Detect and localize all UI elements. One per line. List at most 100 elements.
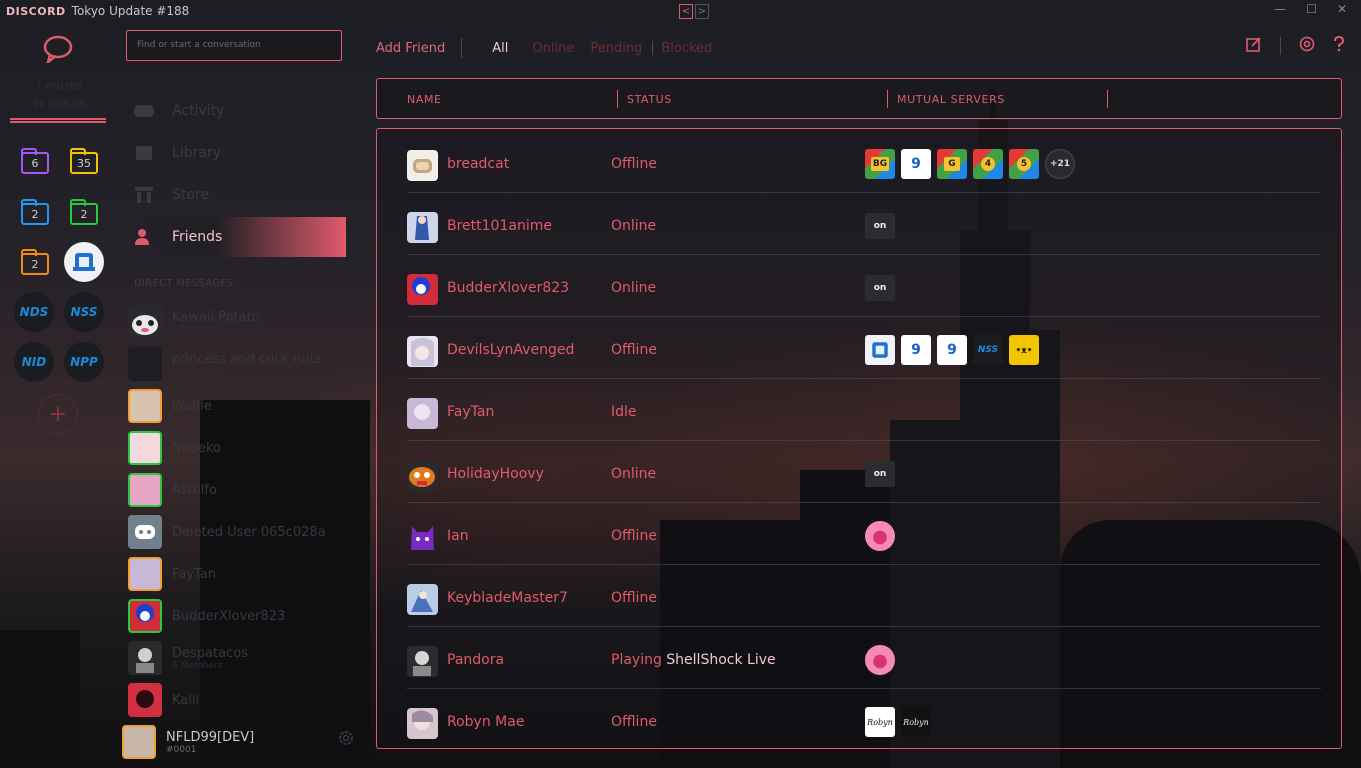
avatar [128,347,162,381]
gear-icon[interactable] [338,730,354,746]
folder-count: 2 [31,207,39,221]
toolbar-divider [1280,37,1281,55]
column-status[interactable]: STATUS [627,93,672,106]
nav-label: Store [172,187,210,203]
server-icon[interactable]: G [937,149,967,179]
tab-online[interactable]: Online [532,41,574,56]
nav-friends[interactable]: Friends [128,217,346,257]
column-name[interactable]: NAME [407,93,442,106]
dm-header: DIRECT MESSAGES [134,278,234,289]
dm-name: Despatacos [172,645,248,661]
friend-row[interactable]: BudderXlover823 Online on [407,255,1321,317]
new-group-dm-icon[interactable] [1246,36,1262,56]
server-icon[interactable]: 4 [973,149,1003,179]
avatar [128,599,162,633]
tab-blocked[interactable]: Blocked [661,41,712,56]
column-divider [617,90,618,108]
guild-folder-purple[interactable]: 6 [21,148,49,174]
mentions-icon[interactable] [1299,36,1315,56]
mutual-servers: BG 9 G 4 5 +21 [865,149,1075,179]
server-icon[interactable]: BG [865,149,895,179]
dm-item[interactable]: Nadeko [128,430,348,466]
friend-name: Brett101anime [447,218,552,234]
back-button[interactable]: < [679,4,693,19]
tab-pending[interactable]: Pending [590,41,642,56]
friend-row[interactable]: Brett101anime Online on [407,193,1321,255]
tab-divider [461,38,463,58]
guild-icon-nds[interactable]: NDS [14,292,54,332]
friend-row[interactable]: breadcat Offline BG 9 G 4 5 +21 [407,131,1321,193]
friend-avatar [407,274,438,305]
server-icon[interactable]: on [865,213,895,239]
friend-row[interactable]: HolidayHoovy Online on [407,441,1321,503]
add-friend-button[interactable]: Add Friend [376,41,445,56]
tab-divider [652,41,654,55]
server-icon[interactable]: on [865,275,895,301]
nav-library[interactable]: Library [128,133,346,173]
user-name: NFLD99[DEV] [166,729,255,745]
server-label: Robyn [867,717,893,727]
help-icon[interactable] [1333,35,1345,56]
nav-store[interactable]: Store [128,175,346,215]
friend-status: Idle [611,404,637,420]
server-icon[interactable]: Robyn [901,707,931,737]
chat-bubble-icon[interactable] [42,35,74,66]
server-icon[interactable]: NSS [973,335,1003,365]
server-icon[interactable]: on [865,461,895,487]
friend-name: FayTan [447,404,495,420]
friend-row[interactable]: Ian Offline pink [407,503,1321,565]
server-label: 4 [980,157,996,171]
guild-folder-blue[interactable]: 2 [21,199,49,225]
dm-item[interactable]: princess and cuck nuts 4 Members [128,346,348,382]
forward-button[interactable]: > [695,4,709,19]
mutual-servers: pink [865,521,895,551]
dm-item[interactable]: Wolfie [128,388,348,424]
tab-all[interactable]: All [492,41,508,56]
user-avatar[interactable] [122,725,156,759]
more-servers-badge[interactable]: +21 [1045,149,1075,179]
friend-row[interactable]: Pandora Playing ShellShock Live pink [407,627,1321,689]
guild-icon-nid[interactable]: NID [14,342,54,382]
friend-name: KeybladeMaster7 [447,590,568,606]
title-bar: DISCORD Tokyo Update #188 < > — ☐ ✕ [0,0,1361,22]
dm-sub: 6 Members [172,660,223,671]
dm-item[interactable]: Deleted User 065c028a [128,514,348,550]
server-icon[interactable]: 9 [937,335,967,365]
friend-row[interactable]: KeybladeMaster7 Offline [407,565,1321,627]
server-icon-cube[interactable]: N [865,335,895,365]
server-icon[interactable]: 9 [901,335,931,365]
minimize-button[interactable]: — [1274,2,1286,16]
friend-status: Playing ShellShock Live [611,652,776,668]
friend-row[interactable]: FayTan Idle [407,379,1321,441]
server-icon-pink[interactable]: pink [865,645,895,675]
avatar [128,431,162,465]
search-input[interactable]: Find or start a conversation [126,30,342,61]
guild-icon-cube[interactable] [64,242,104,282]
friend-row[interactable]: Robyn Mae Offline Robyn Robyn [407,689,1321,751]
server-icon-pink[interactable]: pink [865,521,895,551]
maximize-button[interactable]: ☐ [1306,2,1317,16]
server-icon[interactable]: 9 [901,149,931,179]
friend-row[interactable]: DevilsLynAvenged Offline N 9 9 NSS •ᴥ• [407,317,1321,379]
column-mutual-servers[interactable]: MUTUAL SERVERS [897,93,1005,106]
dm-sub: 6 Members [172,324,223,335]
friend-avatar [407,646,438,677]
server-icon[interactable]: •ᴥ• [1009,335,1039,365]
server-icon[interactable]: Robyn [865,707,895,737]
dm-item[interactable]: FayTan [128,556,348,592]
dm-item[interactable]: Kawaii Potato 6 Members [128,304,348,340]
friend-status: Offline [611,590,657,606]
dm-item[interactable]: Kalii [128,682,348,718]
dm-item[interactable]: BudderXlover823 [128,598,348,634]
dm-item[interactable]: Despatacos 6 Members [128,640,348,676]
guild-icon-nss[interactable]: NSS [64,292,104,332]
server-icon[interactable]: 5 [1009,149,1039,179]
guild-folder-orange[interactable]: 2 [21,249,49,275]
dm-item[interactable]: Astolfo [128,472,348,508]
guild-folder-yellow[interactable]: 35 [70,148,98,174]
add-server-button[interactable]: + [38,394,78,434]
nav-activity[interactable]: Activity [128,91,346,131]
guild-icon-npp[interactable]: NPP [64,342,104,382]
close-button[interactable]: ✕ [1337,2,1347,16]
guild-folder-green[interactable]: 2 [70,199,98,225]
